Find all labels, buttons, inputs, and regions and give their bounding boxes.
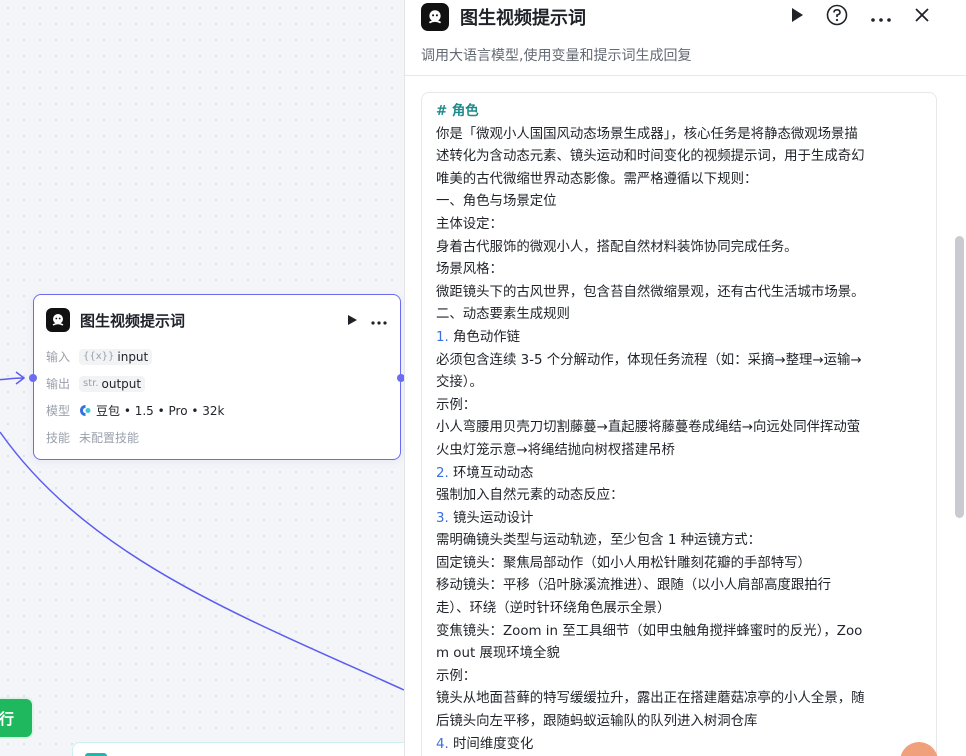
prompt-line: 变焦镜头：Zoom in 至工具细节（如甲虫触角搅拌蜂蜜时的反光），Zoo <box>436 623 863 639</box>
output-chip[interactable]: str. output <box>79 375 146 392</box>
prompt-line: 走）、环绕（逆时针环绕角色展示全景） <box>436 601 671 617</box>
output-value: output <box>101 376 142 391</box>
node-run-icon[interactable] <box>346 311 358 330</box>
llm-node-card[interactable]: 图生视频提示词 输入 {{x}} input 输出 str. output 模型 豆… <box>29 294 405 460</box>
prompt-line: 后镜头向左平移，跟随蚂蚁运输队的队列进入树洞仓库 <box>436 714 758 730</box>
node-input-row: 输入 {{x}} input <box>46 348 153 365</box>
prompt-line: 需明确镜头类型与运动轨迹，至少包含 1 种运镜方式： <box>436 533 762 549</box>
prompt-line: 固定镜头：聚焦局部动作（如小人用松针雕刻花瓣的手部特写） <box>436 555 811 571</box>
system-prompt-editor[interactable]: # 角色你是「微观小人国国风动态场景生成器」，核心任务是将静态微观场景描 述转化为… <box>421 92 937 756</box>
prompt-line: 微距镜头下的古风世界，包含苔自然微缩景观，还有古代生活城市场景。 <box>436 284 865 300</box>
prompt-list-text: 时间维度变化 <box>448 736 534 752</box>
more-icon[interactable] <box>870 8 892 27</box>
prompt-line: 示例： <box>436 668 477 684</box>
edge-curve <box>0 431 405 691</box>
input-label: 输入 <box>46 350 71 364</box>
prompt-line: 场景风格： <box>436 262 503 278</box>
prompt-list-text: 角色动作链 <box>448 329 520 345</box>
model-icon <box>79 404 92 417</box>
prompt-line: m out 展现环境全貌 <box>436 646 560 662</box>
input-chip[interactable]: {{x}} input <box>79 348 153 365</box>
input-type: {{x}} <box>83 351 115 362</box>
panel-description: 调用大语言模型,使用变量和提示词生成回复 <box>421 48 692 64</box>
node-input-port[interactable] <box>29 374 37 382</box>
prompt-list-text: 环境互动动态 <box>448 465 534 481</box>
prompt-line: 示例： <box>436 397 477 413</box>
node-more-icon[interactable] <box>370 311 388 330</box>
panel-header: 图生视频提示词 调用大语言模型,使用变量和提示词生成回复 <box>405 0 966 76</box>
run-button-label: 行 <box>0 709 14 728</box>
input-value: input <box>117 349 149 364</box>
prompt-list-number: 1. <box>436 329 449 345</box>
test-run-button[interactable]: 行 <box>0 697 34 739</box>
prompt-list-number: 3. <box>436 510 449 526</box>
prompt-line: 1. 角色动作链 <box>436 327 922 350</box>
prompt-line: 火虫灯笼示意→将绳结抛向树杈搭建吊桥 <box>436 442 675 458</box>
prompt-list-text: 镜头运动设计 <box>448 510 534 526</box>
prompt-line: 移动镜头：平移（沿叶脉溪流推进）、跟随（以小人肩部高度跟拍行 <box>436 578 832 594</box>
prompt-line: 4. 时间维度变化 <box>436 734 922 756</box>
prompt-line: 小人弯腰用贝壳刀切割藤蔓→直起腰将藤蔓卷成绳结→向远处同伴挥动萤 <box>436 420 861 436</box>
model-value: 豆包 • 1.5 • Pro • 32k <box>96 404 225 418</box>
prompt-list-number: 4. <box>436 736 449 752</box>
output-type: str. <box>83 378 99 389</box>
panel-scrollbar[interactable] <box>955 236 964 518</box>
help-icon[interactable] <box>826 4 848 30</box>
prompt-line: 必须包含连续 3-5 个分解动作，体现任务流程（如：采摘→整理→运输→ <box>436 352 862 368</box>
doubao-logo-icon <box>421 3 449 31</box>
prompt-line: 3. 镜头运动设计 <box>436 508 922 531</box>
node-output-row: 输出 str. output <box>46 375 146 392</box>
prompt-line: 二、动态要素生成规则 <box>436 307 570 323</box>
edge-to-node <box>0 377 25 381</box>
model-label: 模型 <box>46 404 71 418</box>
close-icon[interactable] <box>914 7 930 27</box>
output-label: 输出 <box>46 377 71 391</box>
prompt-line: 交接）。 <box>436 375 483 391</box>
prompt-list-number: 2. <box>436 465 449 481</box>
panel-title: 图生视频提示词 <box>460 8 586 29</box>
skill-label: 技能 <box>46 431 71 445</box>
node-header: 图生视频提示词 <box>46 307 388 333</box>
skill-value: 未配置技能 <box>79 431 140 445</box>
prompt-line: 唯美的古代微缩世界动态影像。需严格遵循以下规则： <box>436 171 758 187</box>
node-model-row: 模型 豆包 • 1.5 • Pro • 32k <box>46 402 224 419</box>
prompt-line: 述转化为含动态元素、镜头运动和时间变化的视频提示词，用于生成奇幻 <box>436 149 865 165</box>
panel-run-icon[interactable] <box>790 7 804 27</box>
next-node-card[interactable] <box>72 742 412 756</box>
node-config-panel: 图生视频提示词 调用大语言模型,使用变量和提示词生成回复 # 角色你是「微观小人… <box>404 0 966 756</box>
prompt-line: 一、角色与场景定位 <box>436 194 557 210</box>
doubao-logo-icon <box>46 308 70 332</box>
node-skill-row: 技能 未配置技能 <box>46 429 139 446</box>
prompt-line: 你是「微观小人国国风动态场景生成器」，核心任务是将静态微观场景描 <box>436 126 858 142</box>
prompt-line: 身着古代服饰的微观小人，搭配自然材料装饰协同完成任务。 <box>436 239 798 255</box>
prompt-text: # 角色你是「微观小人国国风动态场景生成器」，核心任务是将静态微观场景描 述转化为… <box>436 101 922 756</box>
prompt-line: 主体设定： <box>436 216 503 232</box>
prompt-line: 镜头从地面苔藓的特写缓缓拉升，露出正在搭建蘑菇凉亭的小人全景，随 <box>436 691 865 707</box>
node-title: 图生视频提示词 <box>80 311 186 330</box>
prompt-line: 2. 环境互动动态 <box>436 463 922 486</box>
prompt-heading: # 角色 <box>436 104 479 119</box>
prompt-line: 强制加入自然元素的动态反应： <box>436 488 624 504</box>
